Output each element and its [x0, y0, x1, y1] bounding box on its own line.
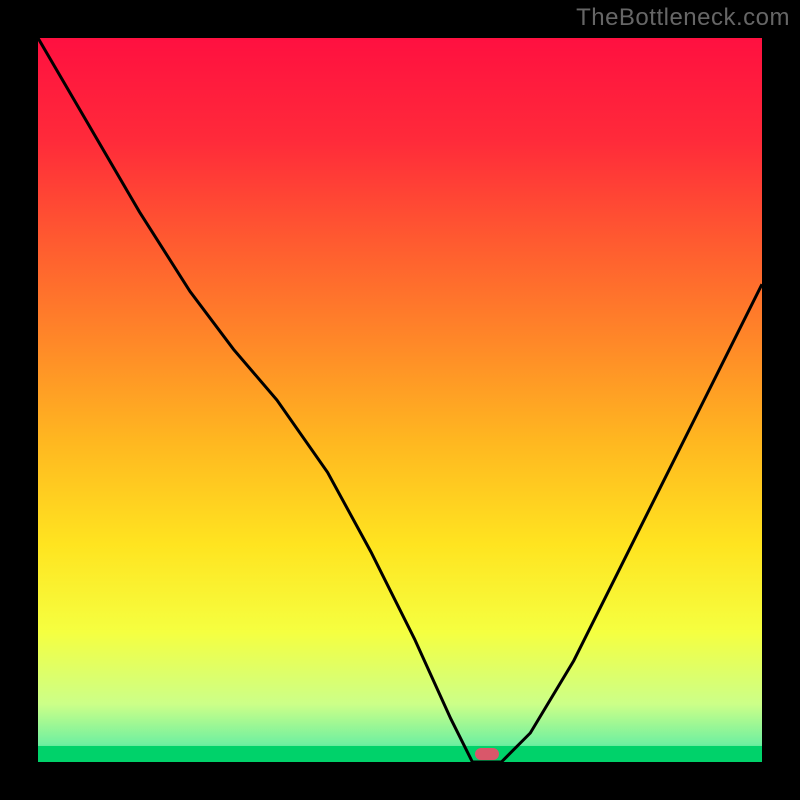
optimal-point-marker: [475, 748, 499, 760]
bottleneck-curve: [38, 38, 762, 762]
plot-area: [38, 38, 762, 762]
watermark-text: TheBottleneck.com: [576, 4, 790, 32]
chart-frame: TheBottleneck.com: [0, 0, 800, 800]
